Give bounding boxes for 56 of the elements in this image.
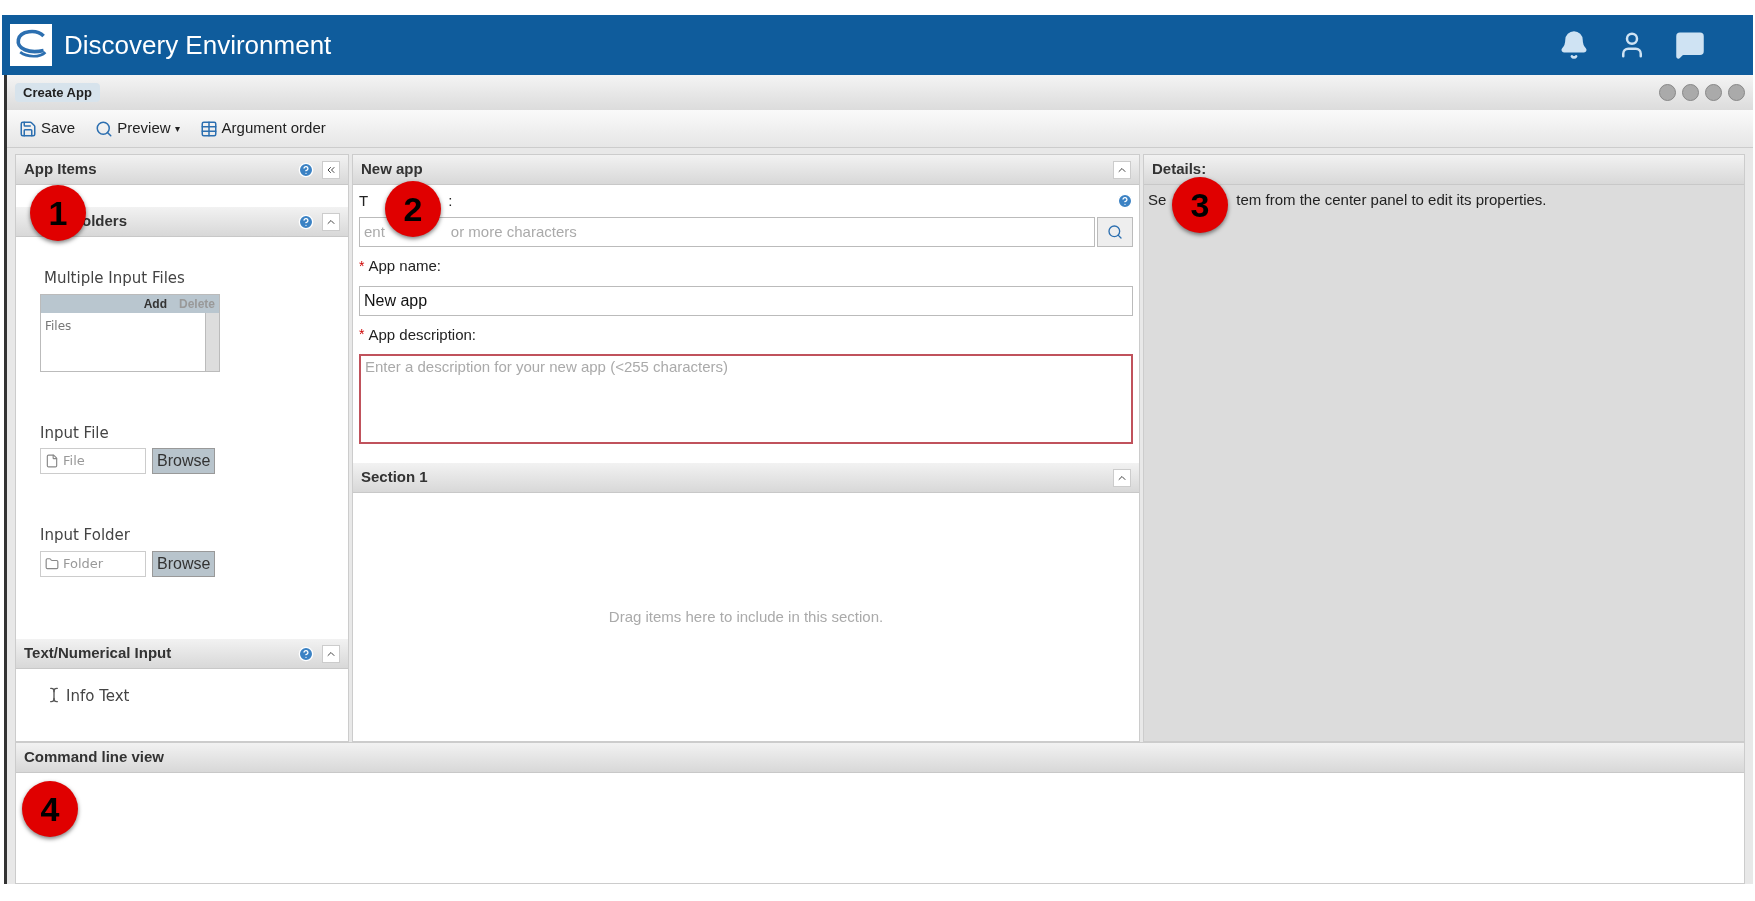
folder-icon — [45, 556, 59, 571]
field-label: Input Folder — [40, 525, 131, 546]
field-label: T — [359, 190, 369, 211]
browse-button[interactable]: Browse — [152, 550, 216, 577]
window-control-icon[interactable] — [1659, 84, 1676, 101]
field-label: : — [448, 190, 454, 211]
save-icon — [19, 119, 37, 138]
app-name-field[interactable]: New app — [359, 285, 1133, 316]
help-icon[interactable] — [1117, 193, 1133, 209]
window-control-icon[interactable] — [1728, 84, 1745, 101]
search-icon — [1107, 224, 1123, 240]
browse-button[interactable]: Browse — [152, 448, 216, 474]
drop-hint: Drag items here to include in this section. — [608, 606, 884, 627]
window-title: Create App — [15, 82, 100, 103]
logo-icon — [10, 24, 52, 66]
details-text: tem from the center panel to edit its properties. — [1236, 190, 1547, 210]
panel-title: Text/Numerical Input — [24, 643, 172, 664]
panel-title: New app — [361, 159, 423, 180]
help-icon[interactable] — [298, 213, 314, 230]
toolbar-button[interactable]: Save — [19, 117, 76, 140]
table-icon — [199, 119, 218, 138]
field-label: App name: — [368, 256, 441, 276]
field-label: Multiple Input Files — [43, 268, 186, 289]
add-link[interactable]: Add — [143, 294, 167, 313]
toolbar-button[interactable]: Argument order — [199, 117, 326, 140]
panel-title: Details: — [1152, 159, 1207, 180]
chat-icon[interactable] — [1675, 30, 1705, 60]
collapse-button[interactable] — [1113, 468, 1131, 487]
collapse-button[interactable] — [1113, 160, 1131, 179]
list-item: Files — [44, 317, 73, 335]
notifications-icon[interactable] — [1559, 30, 1589, 60]
help-icon[interactable] — [298, 645, 314, 662]
search-button[interactable] — [1097, 217, 1133, 247]
app-title: Discovery Environment — [64, 28, 333, 62]
toolbar-button[interactable]: Preview ▾ — [95, 117, 180, 140]
scrollbar[interactable] — [205, 312, 219, 371]
item-label: Info Text — [66, 686, 130, 707]
required-mark: * — [359, 256, 365, 276]
panel-title: Command line view — [24, 747, 165, 768]
app-description-field[interactable]: Enter a description for your new app (<255 characters) — [359, 354, 1133, 444]
collapse-button[interactable] — [322, 212, 340, 231]
callout-badge: 2 — [385, 181, 441, 237]
search-icon — [95, 119, 114, 138]
file-icon — [45, 454, 59, 468]
window-control-icon[interactable] — [1682, 84, 1699, 101]
field-label: Input File — [40, 422, 110, 444]
help-icon[interactable] — [298, 161, 314, 178]
panel-title: App Items — [24, 159, 97, 180]
collapse-button[interactable] — [322, 160, 340, 179]
required-mark: * — [359, 325, 365, 345]
callout-badge: 3 — [1172, 177, 1228, 233]
collapse-button[interactable] — [322, 644, 340, 663]
field-label: App description: — [368, 324, 477, 345]
window-control-icon[interactable] — [1705, 84, 1722, 101]
panel-title: Section 1 — [361, 467, 428, 488]
details-text: Se — [1148, 190, 1167, 210]
